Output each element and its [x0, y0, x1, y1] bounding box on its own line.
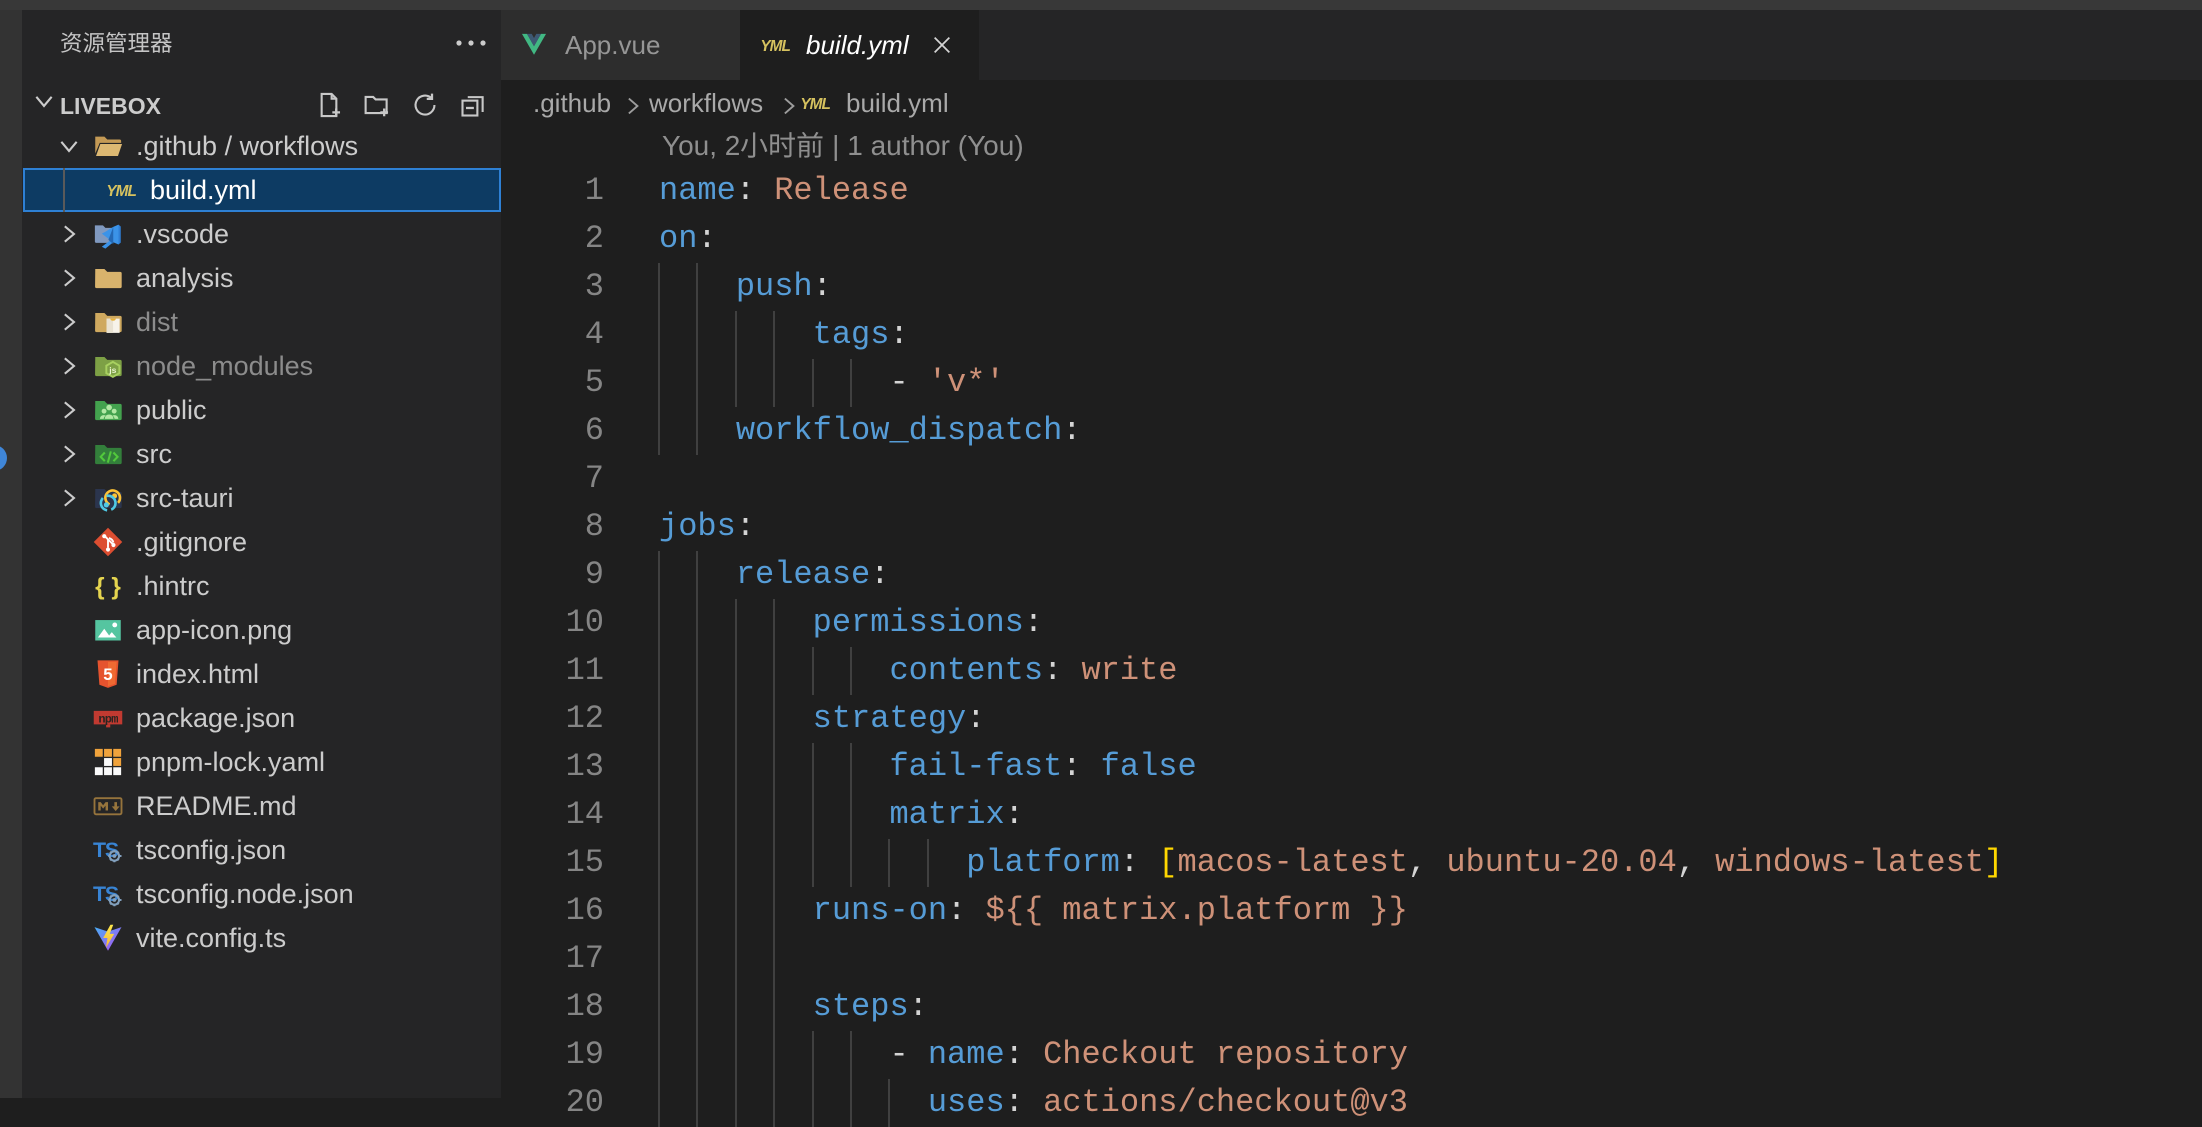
svg-text:npm: npm [98, 712, 118, 726]
svg-text:js: js [108, 365, 116, 375]
svg-text:5: 5 [103, 665, 112, 684]
svg-text:YML: YML [106, 183, 136, 200]
svg-text:YML: YML [800, 96, 830, 113]
svg-text:{ }: { } [95, 574, 121, 601]
svg-text:YML: YML [760, 38, 790, 55]
